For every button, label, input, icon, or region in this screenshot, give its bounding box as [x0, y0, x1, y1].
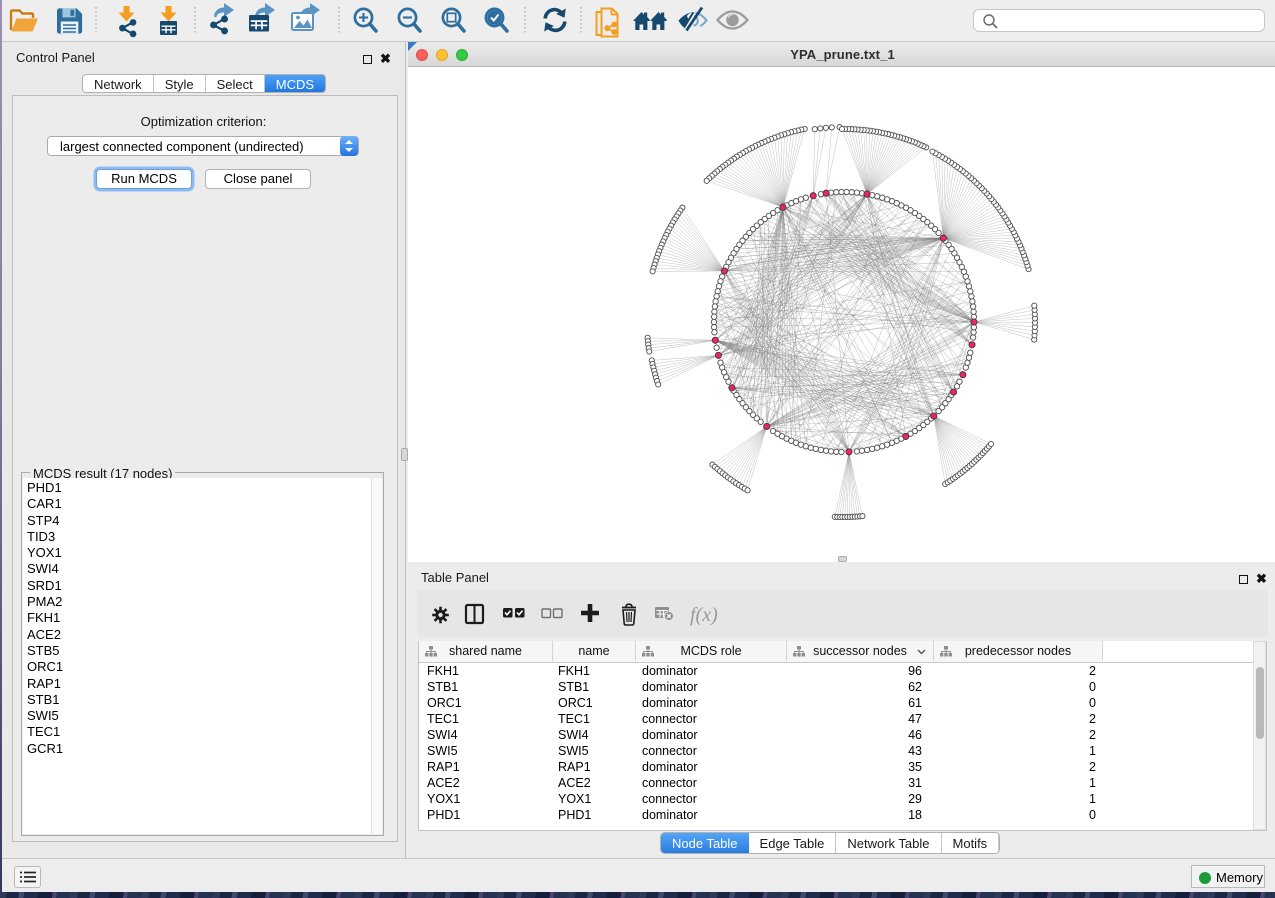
- svg-text:f(x): f(x): [690, 604, 718, 626]
